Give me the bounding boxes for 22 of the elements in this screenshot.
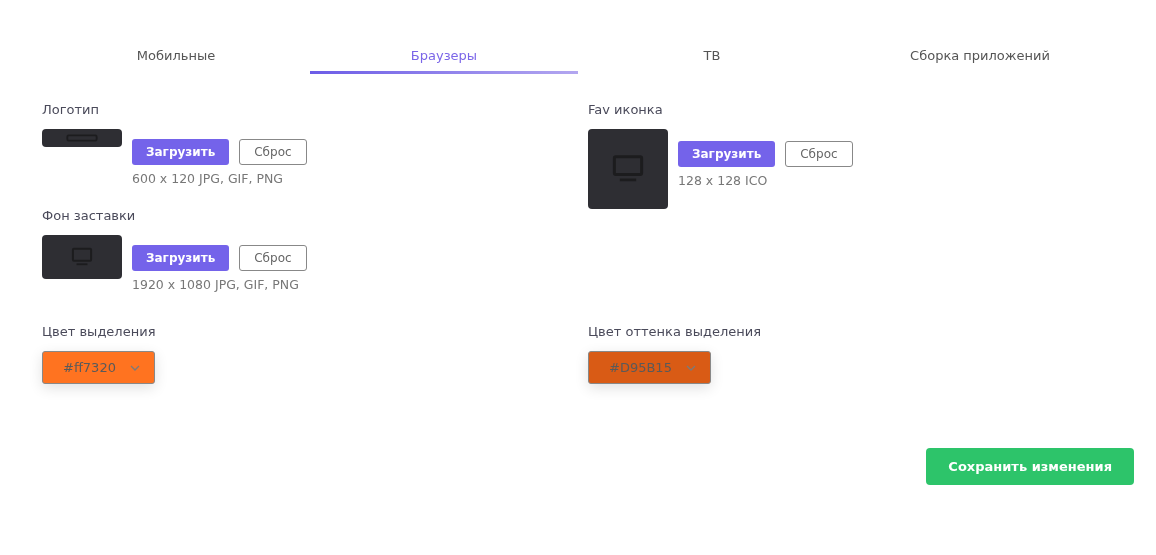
chevron-icon — [685, 364, 696, 371]
reset-button[interactable]: Сброс — [239, 139, 307, 165]
tab[interactable]: Сборка приложений — [846, 38, 1114, 74]
upload-button[interactable]: Загрузить — [678, 141, 776, 167]
field-label: Логотип — [42, 102, 101, 117]
size-hint: 600 x 120 JPG, GIF, PNG — [132, 171, 284, 186]
field-label: Цвет выделения — [42, 324, 157, 339]
tab[interactable]: Мобильные — [42, 38, 310, 74]
field-label: Цвет оттенка выделения — [588, 324, 762, 339]
upload-button[interactable]: Загрузить — [132, 245, 230, 271]
field-label: Фон заставки — [42, 208, 137, 223]
field-label: Fav иконка — [588, 102, 664, 117]
tab[interactable]: Браузеры — [310, 38, 578, 74]
upload-button[interactable]: Загрузить — [132, 139, 230, 165]
reset-button[interactable]: Сброс — [239, 245, 307, 271]
tab[interactable]: ТВ — [578, 38, 846, 74]
save-button[interactable]: Сохранить изменения — [926, 448, 1134, 485]
color-picker[interactable]: #ff7320 — [42, 351, 155, 384]
size-hint: 128 x 128 ICO — [678, 173, 769, 188]
size-hint: 1920 x 1080 JPG, GIF, PNG — [132, 277, 300, 292]
reset-button[interactable]: Сброс — [785, 141, 853, 167]
chevron-icon — [129, 364, 140, 371]
